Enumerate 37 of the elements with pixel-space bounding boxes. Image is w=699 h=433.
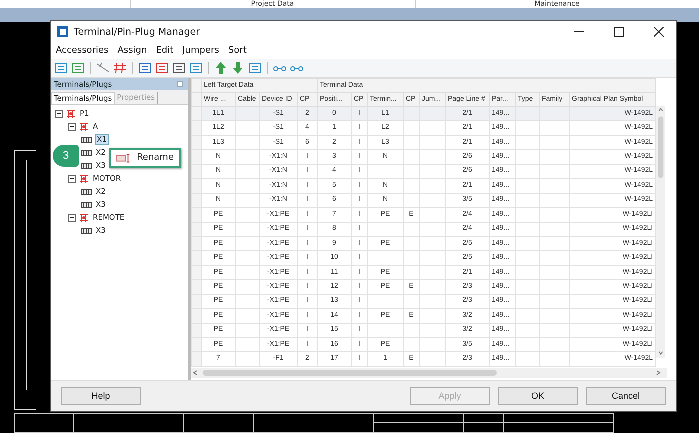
arrow-down-icon[interactable] <box>231 61 245 75</box>
terminal-icon <box>81 150 92 156</box>
expander-icon[interactable] <box>68 174 76 182</box>
terminal-icon <box>81 202 92 208</box>
expander-icon[interactable] <box>55 110 63 118</box>
step-callout: 3 <box>53 145 79 167</box>
terminal-icon <box>81 162 92 168</box>
expander-icon[interactable] <box>68 122 76 130</box>
dialog-button[interactable]: Help <box>61 387 141 405</box>
menu-item[interactable]: Assign <box>118 46 148 56</box>
terminal-icon <box>81 228 92 234</box>
pin-icon[interactable] <box>177 81 183 87</box>
menu-item[interactable]: Jumpers <box>182 46 220 56</box>
terminal-strip-icon <box>79 212 89 222</box>
menu-item[interactable]: Accessories <box>56 46 109 56</box>
hash-icon[interactable] <box>113 61 127 75</box>
vertical-scrollbar[interactable] <box>656 106 666 358</box>
line-icon[interactable] <box>96 61 110 75</box>
dialog-button[interactable]: Cancel <box>586 387 666 405</box>
window-title: Terminal/Pin-Plug Manager <box>74 26 202 38</box>
maximize-icon[interactable] <box>614 27 624 37</box>
terminal-icon <box>81 136 92 142</box>
list-icon[interactable] <box>138 61 152 75</box>
app-icon <box>57 26 69 38</box>
terminal-strip-icon <box>79 174 89 184</box>
menu-item[interactable]: Rename <box>111 150 179 166</box>
terminal-strip-icon <box>66 108 76 118</box>
terminal-strip-icon <box>79 122 89 132</box>
menu-item[interactable]: Sort <box>228 46 247 56</box>
menu-item[interactable]: Edit <box>156 46 174 56</box>
dialog-button[interactable]: OK <box>498 387 578 405</box>
horizontal-scrollbar[interactable] <box>191 368 667 378</box>
terminal-icon <box>81 188 92 194</box>
expander-icon[interactable] <box>68 214 76 222</box>
rename-icon <box>116 154 132 162</box>
close-icon[interactable] <box>654 27 664 37</box>
arrow-up-icon[interactable] <box>214 61 228 75</box>
